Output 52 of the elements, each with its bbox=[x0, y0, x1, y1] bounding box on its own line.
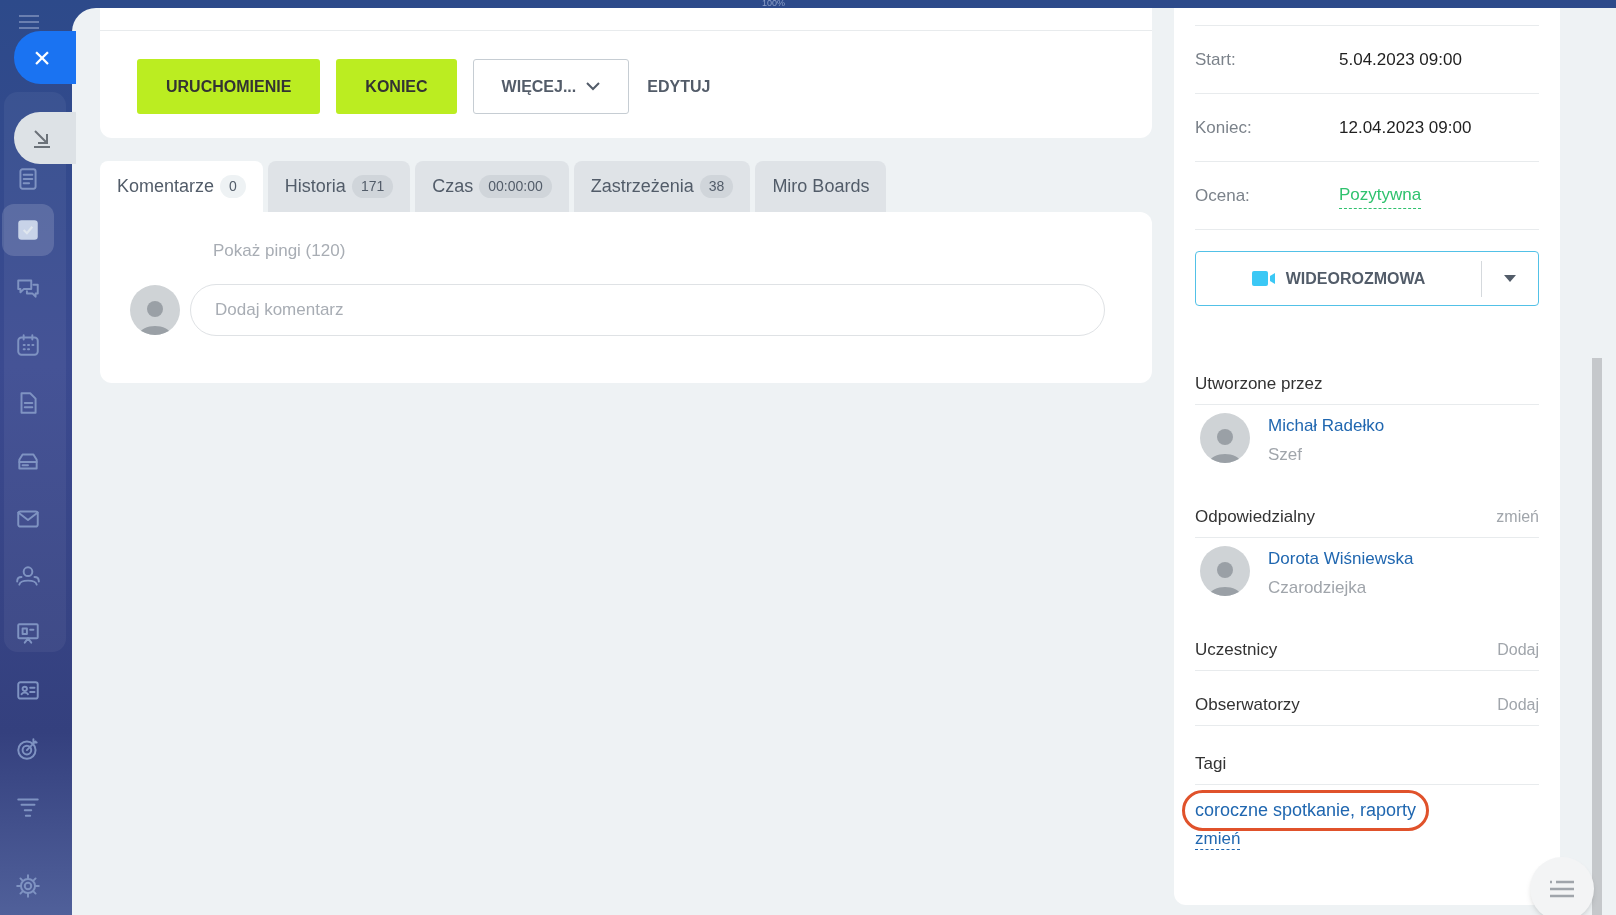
section-title: Uczestnicy bbox=[1195, 639, 1278, 662]
checkbox-icon bbox=[15, 217, 41, 243]
detail-label: Ocena: bbox=[1195, 184, 1251, 207]
change-tags-link[interactable]: zmień bbox=[1195, 828, 1241, 851]
tab[interactable]: Historia 171 bbox=[267, 161, 411, 212]
edit-link[interactable]: EDYTUJ bbox=[645, 59, 713, 114]
gear-icon bbox=[15, 873, 41, 899]
section-title: Utworzone przez bbox=[1195, 373, 1323, 396]
person-name-link[interactable]: Dorota Wiśniewska bbox=[1268, 546, 1414, 572]
chevron-down-icon bbox=[586, 82, 601, 91]
avatar bbox=[1200, 413, 1250, 463]
close-button[interactable]: × bbox=[14, 31, 76, 84]
tab[interactable]: Komentarze 0 bbox=[100, 161, 263, 212]
section-title: Tagi bbox=[1195, 753, 1227, 776]
list-menu-button[interactable] bbox=[1530, 857, 1594, 915]
collapse-button[interactable] bbox=[14, 112, 76, 164]
avatar bbox=[1200, 546, 1250, 596]
tab-counter: 38 bbox=[699, 175, 734, 198]
detail-value: 12.04.2023 09:00 bbox=[1339, 116, 1472, 139]
dropdown-caret-icon[interactable] bbox=[1504, 275, 1516, 282]
avatar bbox=[130, 284, 180, 335]
menu-icon[interactable] bbox=[18, 14, 40, 30]
action-button[interactable]: URUCHOMIENIE bbox=[137, 59, 321, 114]
tab[interactable]: Zastrzeżenia 38 bbox=[573, 161, 751, 212]
comment-input[interactable]: Dodaj komentarz bbox=[190, 283, 1105, 336]
action-button[interactable]: KONIEC bbox=[336, 59, 457, 114]
person-role: Czarodziejka bbox=[1268, 576, 1368, 599]
detail-label: Start: bbox=[1195, 48, 1237, 71]
section-title: Odpowiedzialny bbox=[1195, 506, 1315, 529]
video-camera-icon bbox=[1251, 271, 1276, 286]
zoom-indicator: 100% bbox=[762, 0, 786, 10]
detail-label: Koniec: bbox=[1195, 116, 1253, 139]
list-icon bbox=[1549, 880, 1575, 898]
detail-value: 5.04.2023 09:00 bbox=[1339, 48, 1462, 71]
person-role: Szef bbox=[1268, 443, 1304, 466]
tab-counter: 171 bbox=[351, 175, 394, 198]
more-dropdown[interactable]: WIĘCEJ... bbox=[472, 59, 630, 114]
presentation-board-icon bbox=[15, 621, 41, 647]
arrow-down-to-line-icon bbox=[31, 127, 53, 149]
sidebar-item[interactable] bbox=[2, 204, 54, 256]
calendar-icon bbox=[15, 332, 41, 358]
tab-counter: 00:00:00 bbox=[479, 175, 552, 198]
users-icon bbox=[15, 563, 41, 589]
video-call-label: WIDEOROZMOWA bbox=[1285, 268, 1426, 289]
tab-counter: 0 bbox=[220, 175, 246, 198]
tab[interactable]: Miro Boards bbox=[755, 161, 887, 212]
tab[interactable]: Czas 00:00:00 bbox=[415, 161, 569, 212]
section-title: Obserwatorzy bbox=[1195, 694, 1300, 717]
tags-text: coroczne spotkanie, raporty bbox=[1195, 800, 1417, 820]
video-call-button[interactable]: WIDEOROZMOWA bbox=[1195, 251, 1539, 306]
target-icon bbox=[15, 736, 41, 762]
person-name-link[interactable]: Michał Radełko bbox=[1268, 413, 1385, 439]
